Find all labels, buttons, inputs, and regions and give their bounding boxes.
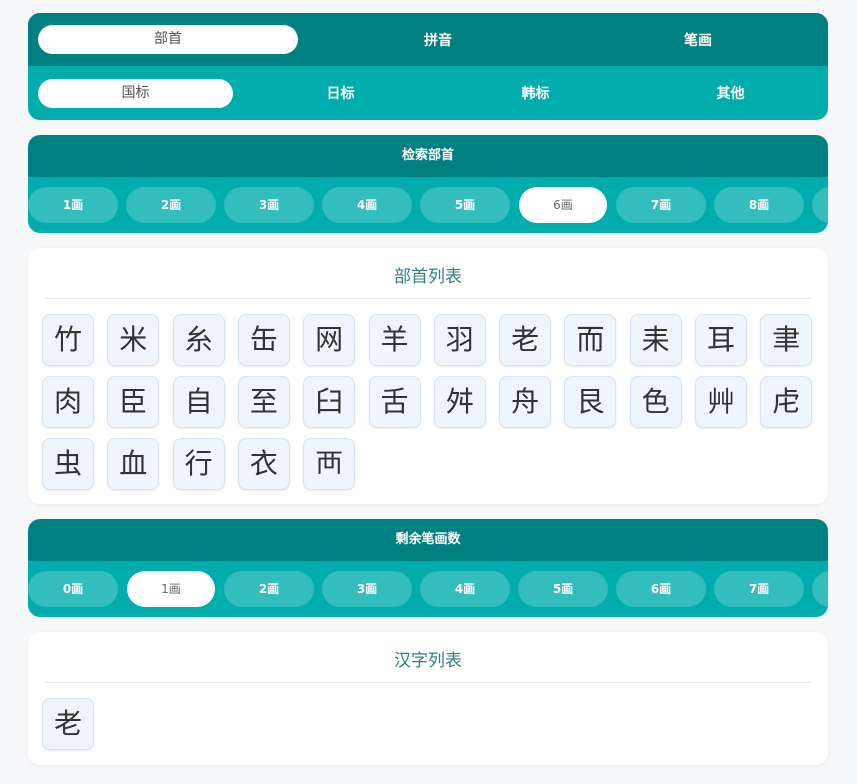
radical-cell[interactable]: 网 [303, 314, 356, 366]
radical-cell[interactable]: 臼 [303, 376, 356, 428]
radical-cell[interactable]: 米 [107, 314, 160, 366]
radical-cell[interactable]: 臣 [107, 376, 160, 428]
radical-cell[interactable]: 艮 [564, 376, 617, 428]
radical-cell[interactable]: 糸 [172, 314, 225, 366]
radical-cell[interactable]: 而 [564, 314, 617, 366]
radical-stroke-chip-1[interactable]: 2画 [126, 187, 216, 223]
radical-cell[interactable]: 老 [499, 314, 552, 366]
standard-tabs-row: 国标 日标 韩标 其他 [28, 66, 828, 120]
remaining-stroke-chip-0[interactable]: 0画 [28, 571, 118, 607]
radical-cell[interactable]: 缶 [237, 314, 290, 366]
radical-list-card: 部首列表 竹米糸缶网羊羽老而耒耳聿肉臣自至臼舌舛舟艮色艸虍虫血行衣襾 [28, 248, 828, 504]
radical-cell[interactable]: 自 [172, 376, 225, 428]
radical-stroke-chip-2[interactable]: 3画 [224, 187, 314, 223]
tab-standard-2[interactable]: 韩标 [438, 83, 633, 103]
radical-cell[interactable]: 虫 [42, 438, 94, 490]
page: 部首 拼音 笔画 国标 日标 韩标 其他 检索部首 1画 2画 3画 4画 5画 6画 7画 8画 部首… [0, 0, 857, 784]
tab-standard-3[interactable]: 其他 [633, 83, 828, 103]
radical-cell[interactable]: 羊 [368, 314, 421, 366]
radical-cell[interactable]: 竹 [42, 314, 94, 366]
tab-mode-0[interactable]: 部首 [38, 25, 298, 54]
remaining-stroke-chip-1[interactable]: 1画 [127, 571, 215, 607]
radical-cell[interactable]: 肉 [42, 376, 94, 428]
radical-cell[interactable]: 耒 [629, 314, 682, 366]
radical-stroke-chips: 1画 2画 3画 4画 5画 6画 7画 8画 [28, 187, 828, 223]
mode-tabs-row: 部首 拼音 笔画 [28, 13, 828, 66]
tab-standard-1[interactable]: 日标 [243, 83, 438, 103]
radical-cell[interactable]: 舛 [433, 376, 486, 428]
radical-cell[interactable]: 聿 [760, 314, 813, 366]
radical-cell[interactable]: 舌 [368, 376, 421, 428]
mode-tabs-panel: 部首 拼音 笔画 国标 日标 韩标 其他 [28, 13, 828, 120]
radical-stroke-chip-5[interactable]: 6画 [519, 187, 607, 223]
remaining-stroke-bar[interactable]: 0画 1画 2画 3画 4画 5画 6画 7画 [28, 561, 828, 617]
remaining-stroke-chip-5[interactable]: 5画 [518, 571, 608, 607]
radical-cell[interactable]: 色 [629, 376, 682, 428]
radical-stroke-chip-4[interactable]: 5画 [420, 187, 510, 223]
remaining-strokes-panel: 剩余笔画数 0画 1画 2画 3画 4画 5画 6画 7画 [28, 519, 828, 617]
radical-stroke-chip-6[interactable]: 7画 [616, 187, 706, 223]
radical-cell[interactable]: 行 [172, 438, 225, 490]
radical-stroke-chip-0[interactable]: 1画 [28, 187, 118, 223]
remaining-strokes-title: 剩余笔画数 [28, 519, 828, 561]
remaining-stroke-chip-6[interactable]: 6画 [616, 571, 706, 607]
radical-stroke-chip-3[interactable]: 4画 [322, 187, 412, 223]
remaining-stroke-chip-overflow[interactable] [812, 571, 828, 607]
radical-list-title: 部首列表 [44, 264, 812, 299]
tab-mode-2[interactable]: 笔画 [568, 30, 828, 50]
radical-cell[interactable]: 襾 [303, 438, 356, 490]
tab-mode-1[interactable]: 拼音 [308, 30, 568, 50]
radical-cell[interactable]: 至 [237, 376, 290, 428]
remaining-stroke-chip-2[interactable]: 2画 [224, 571, 314, 607]
char-cell[interactable]: 老 [42, 698, 94, 750]
remaining-stroke-chip-4[interactable]: 4画 [420, 571, 510, 607]
radical-stroke-chip-overflow[interactable] [812, 187, 828, 223]
radical-search-panel: 检索部首 1画 2画 3画 4画 5画 6画 7画 8画 [28, 135, 828, 233]
radical-stroke-bar[interactable]: 1画 2画 3画 4画 5画 6画 7画 8画 [28, 177, 828, 233]
radical-stroke-chip-7[interactable]: 8画 [714, 187, 804, 223]
radical-cell[interactable]: 舟 [499, 376, 552, 428]
remaining-stroke-chips: 0画 1画 2画 3画 4画 5画 6画 7画 [28, 571, 828, 607]
remaining-stroke-chip-7[interactable]: 7画 [714, 571, 804, 607]
remaining-stroke-chip-3[interactable]: 3画 [322, 571, 412, 607]
radical-cell[interactable]: 衣 [237, 438, 290, 490]
radical-cell[interactable]: 血 [107, 438, 160, 490]
radical-cell[interactable]: 艸 [695, 376, 747, 428]
radical-cell[interactable]: 耳 [695, 314, 747, 366]
tab-standard-0[interactable]: 国标 [38, 78, 233, 108]
radical-cell[interactable]: 虍 [760, 376, 813, 428]
char-list-card: 汉字列表 老 [28, 632, 828, 765]
radical-search-title: 检索部首 [28, 135, 828, 177]
radical-cell[interactable]: 羽 [433, 314, 486, 366]
char-list-title: 汉字列表 [44, 648, 812, 683]
